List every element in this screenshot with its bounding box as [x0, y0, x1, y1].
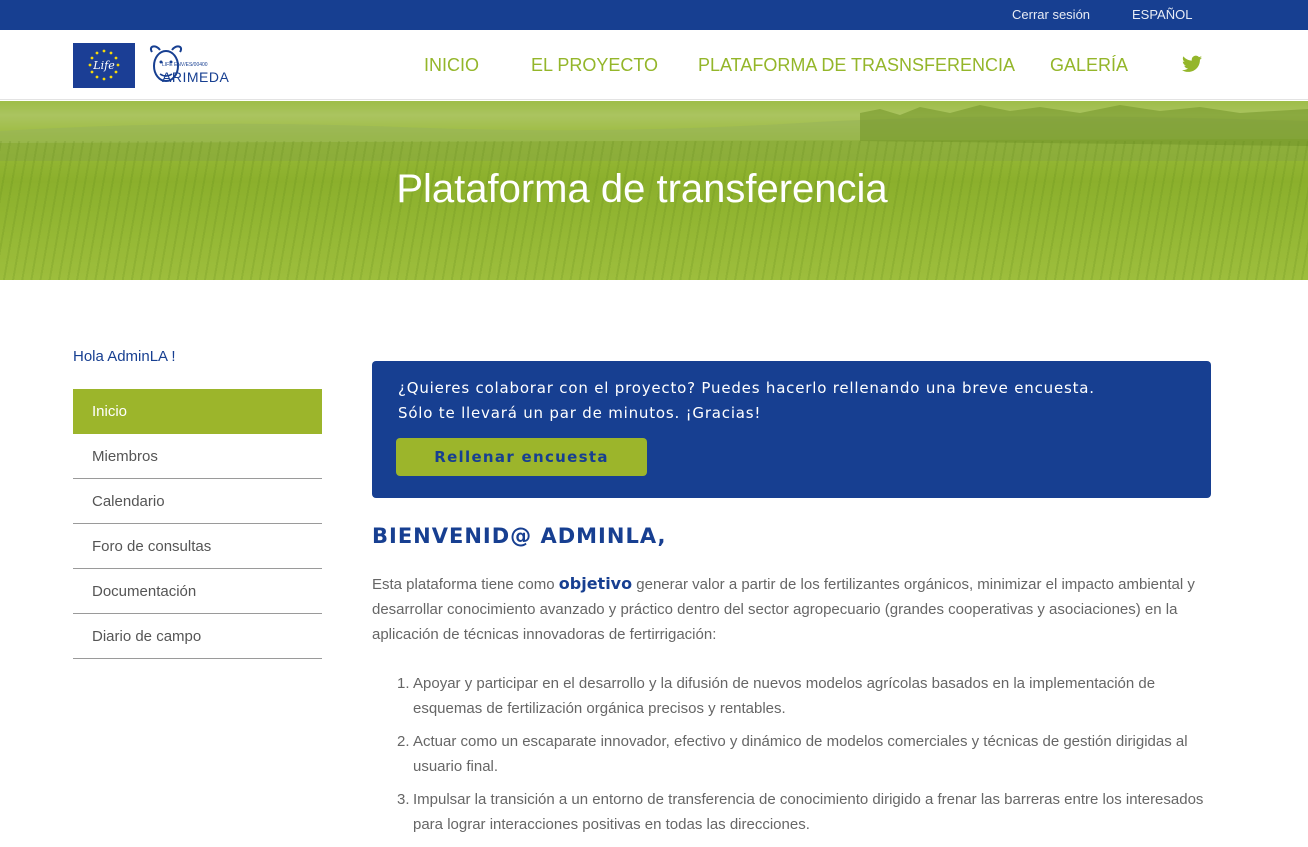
- top-bar: Cerrar sesión ESPAÑOL: [0, 0, 1308, 30]
- hero-banner: Plataforma de transferencia: [0, 101, 1308, 280]
- sidebar-item-miembros[interactable]: Miembros: [73, 434, 322, 479]
- goal-number: 3.: [397, 791, 410, 808]
- eu-flag-icon: Life: [73, 43, 135, 88]
- goal-text: Actuar como un escaparate innovador, efe…: [413, 733, 1188, 775]
- sidebar-item-inicio[interactable]: Inicio: [73, 389, 322, 434]
- language-selector[interactable]: ESPAÑOL: [1132, 7, 1192, 22]
- intro-keyword: objetivo: [558, 574, 633, 593]
- goal-number: 2.: [397, 733, 410, 750]
- sidebar-item-documentacion[interactable]: Documentación: [73, 569, 322, 614]
- nav-item-plataforma[interactable]: PLATAFORMA DE TRASNSFERENCIA: [698, 55, 1015, 76]
- arimeda-logo[interactable]: LIFE ENV/ES/00400 ARIMEDA: [146, 42, 256, 90]
- survey-text-line2: Sólo te llevará un par de minutos. ¡Grac…: [398, 404, 762, 422]
- survey-text-line1: ¿Quieres colaborar con el proyecto? Pued…: [398, 379, 1095, 397]
- survey-banner: ¿Quieres colaborar con el proyecto? Pued…: [372, 361, 1211, 498]
- intro-paragraph: Esta plataforma tiene como objetivo gene…: [372, 571, 1214, 647]
- user-greeting: Hola AdminLA !: [73, 348, 176, 365]
- goal-item-3: 3. Impulsar la transición a un entorno de…: [397, 787, 1217, 837]
- nav-item-inicio[interactable]: INICIO: [424, 55, 479, 76]
- goals-list: 1. Apoyar y participar en el desarrollo y…: [397, 671, 1217, 845]
- sidebar-menu: Inicio Miembros Calendario Foro de consu…: [73, 389, 322, 659]
- page-title: Plataforma de transferencia: [396, 167, 888, 211]
- goal-number: 1.: [397, 675, 410, 692]
- nav-item-galeria[interactable]: GALERÍA: [1050, 55, 1128, 76]
- twitter-icon[interactable]: [1182, 55, 1202, 73]
- goal-text: Apoyar y participar en el desarrollo y l…: [413, 675, 1156, 717]
- logout-link[interactable]: Cerrar sesión: [1012, 7, 1090, 22]
- intro-text-start: Esta plataforma tiene como: [372, 576, 559, 593]
- sidebar-item-calendario[interactable]: Calendario: [73, 479, 322, 524]
- logo-name: ARIMEDA: [162, 69, 230, 85]
- goal-text: Impulsar la transición a un entorno de t…: [413, 791, 1204, 833]
- welcome-heading: BIENVENID@ ADMINLA,: [372, 524, 667, 548]
- svg-text:Life: Life: [92, 59, 115, 72]
- sidebar-item-diario[interactable]: Diario de campo: [73, 614, 322, 659]
- sidebar-item-foro[interactable]: Foro de consultas: [73, 524, 322, 569]
- goal-item-1: 1. Apoyar y participar en el desarrollo y…: [397, 671, 1217, 721]
- eu-life-logo[interactable]: Life: [73, 43, 135, 88]
- header: Life LIFE ENV/ES/00400 ARIMEDA INICIO EL…: [0, 30, 1308, 100]
- logo-subtitle: LIFE ENV/ES/00400: [162, 62, 208, 68]
- nav-item-el-proyecto[interactable]: EL PROYECTO: [531, 55, 658, 76]
- fill-survey-button[interactable]: Rellenar encuesta: [396, 438, 647, 476]
- goal-item-2: 2. Actuar como un escaparate innovador, e…: [397, 729, 1217, 779]
